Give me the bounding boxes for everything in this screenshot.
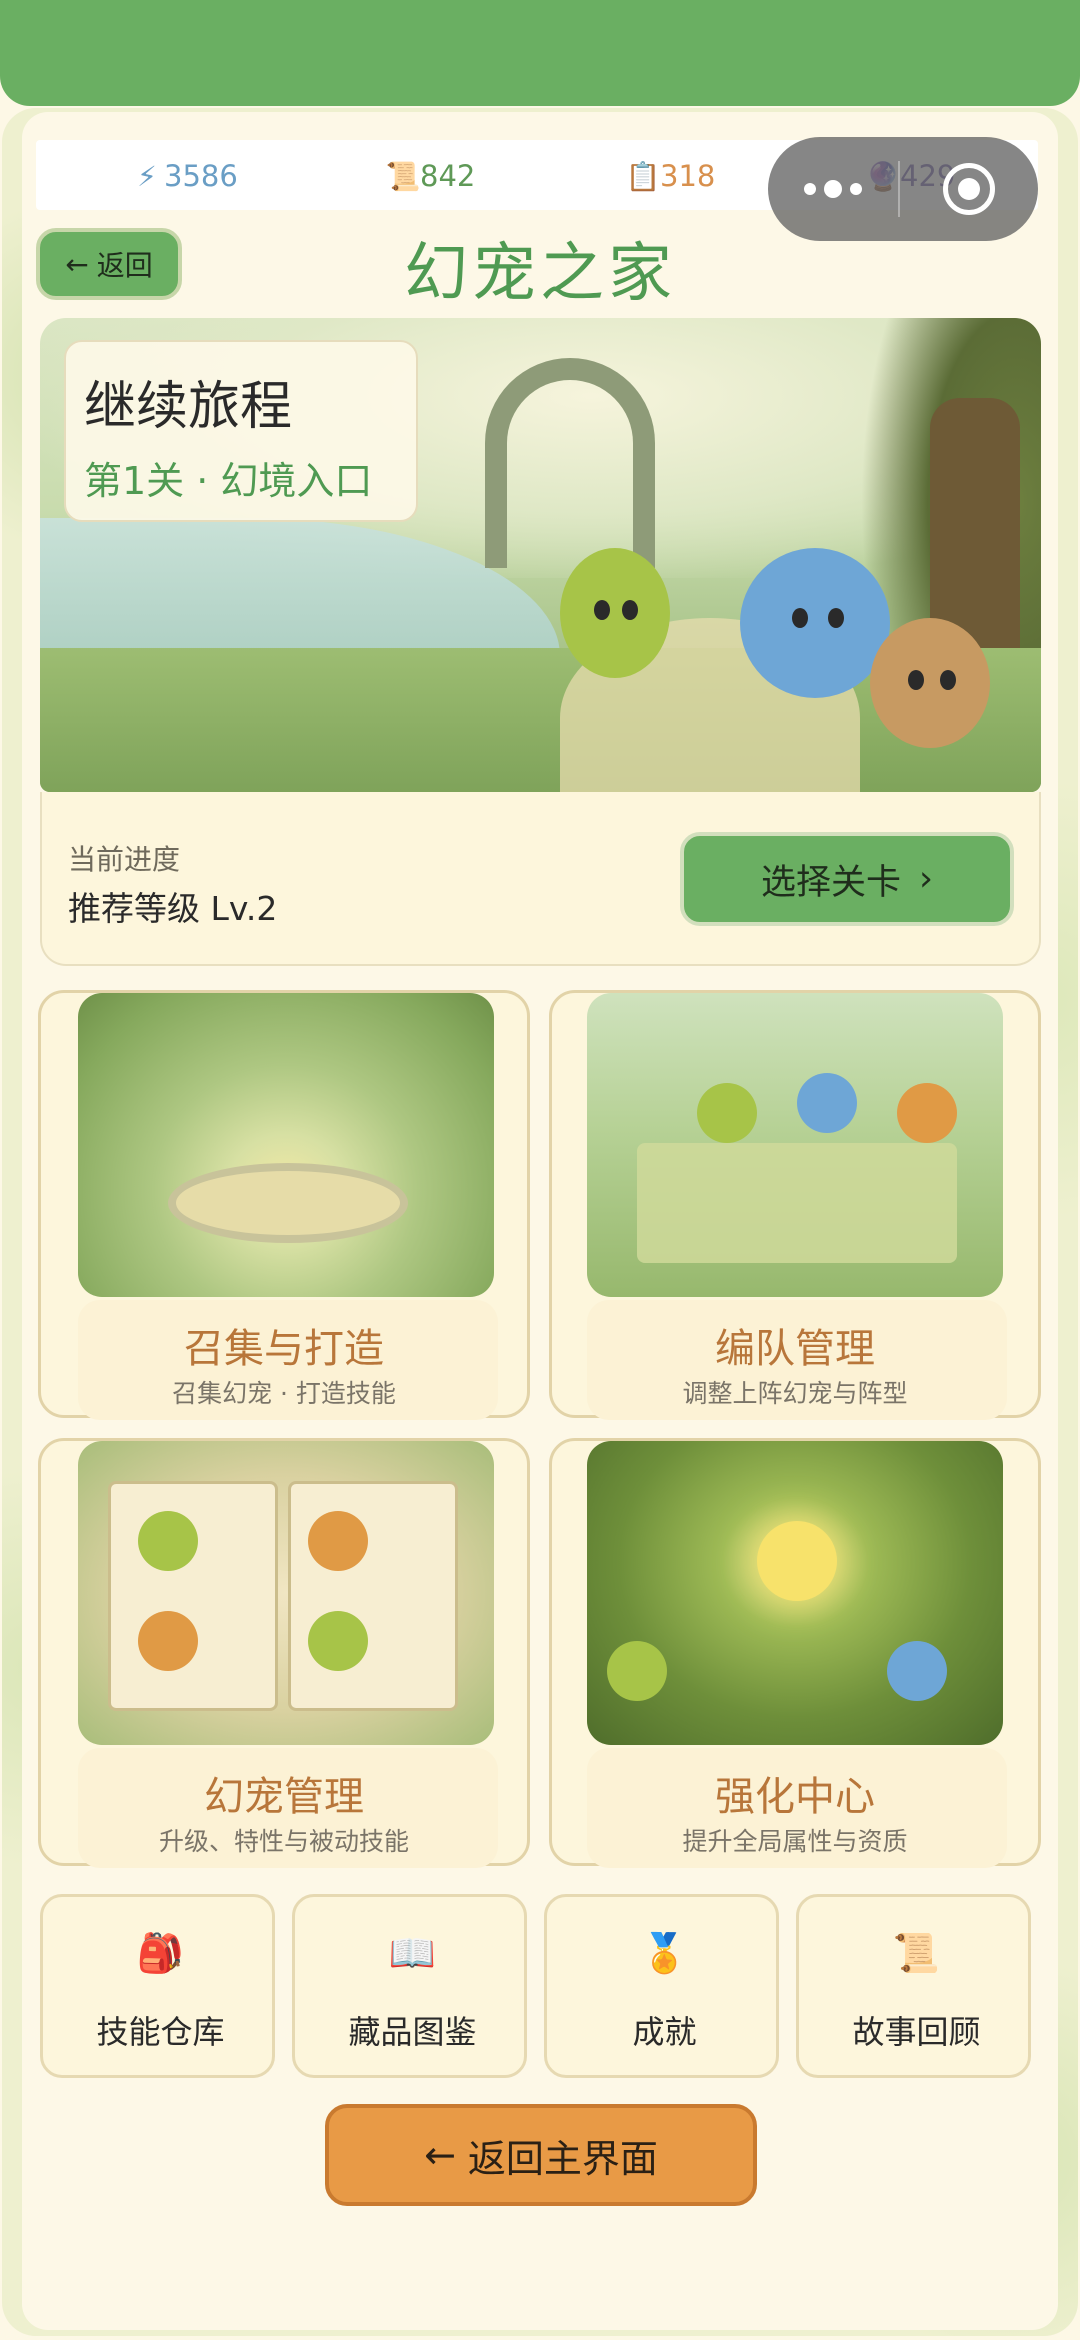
feature-title-team: 编队管理 [715, 1326, 875, 1372]
stage-name: 第1关 · 幻境入口 [84, 459, 373, 503]
return-main-button[interactable]: ← 返回主界面 [325, 2104, 757, 2206]
scroll-icon: 📜 [892, 1931, 941, 1975]
more-dot-icon [824, 180, 842, 198]
squirrel-pet-art [870, 618, 990, 748]
back-arrow-icon: ← [424, 2133, 456, 2177]
clipboard-icon: 📋 [625, 159, 661, 193]
more-dot-icon [804, 183, 816, 195]
feature-subtitle-pets: 升级、特性与被动技能 [158, 1827, 409, 1856]
page-title: 幻宠之家 [404, 237, 676, 311]
lightning-icon: ⚡ [137, 159, 157, 193]
close-miniprogram-button[interactable] [900, 163, 1038, 215]
progress-label: 当前进度 [68, 843, 181, 876]
more-dot-icon [850, 183, 862, 195]
shortcut-label: 技能仓库 [96, 2013, 225, 2051]
more-menu-button[interactable] [768, 180, 898, 198]
feature-title-pets: 幻宠管理 [204, 1774, 364, 1820]
resource-scroll: 📜 842 [385, 150, 476, 202]
shortcut-label: 藏品图鉴 [348, 2013, 477, 2051]
feature-title-enhance: 强化中心 [715, 1774, 875, 1820]
return-main-label: 返回主界面 [467, 2136, 658, 2181]
scroll-icon: 📜 [385, 159, 421, 193]
target-icon [943, 163, 995, 215]
chevron-right-icon: › [919, 859, 933, 899]
medal-icon: 🏅 [640, 1931, 689, 1975]
summon-art [78, 993, 494, 1297]
recommended-level: 推荐等级 Lv.2 [68, 889, 278, 928]
stone-arch-art [485, 358, 655, 568]
feature-subtitle-team: 调整上阵幻宠与阵型 [682, 1379, 908, 1408]
shortcut-achievements[interactable]: 🏅 成就 [544, 1894, 779, 2078]
shortcut-skill-storage[interactable]: 🎒 技能仓库 [40, 1894, 275, 2078]
select-stage-label: 选择关卡 [760, 862, 901, 903]
shortcut-label: 成就 [632, 2013, 697, 2051]
resource-clipboard: 📋 318 [625, 150, 716, 202]
resource-energy: ⚡ 3586 [132, 150, 238, 202]
blue-dragon-art [740, 548, 890, 698]
shortcut-story[interactable]: 📜 故事回顾 [796, 1894, 1031, 2078]
pet-book-art [78, 1441, 494, 1745]
book-icon: 📖 [388, 1931, 437, 1975]
feature-subtitle-summon: 召集幻宠 · 打造技能 [172, 1379, 396, 1408]
resource-clipboard-value: 318 [660, 159, 716, 193]
green-pet-art [560, 548, 670, 678]
feature-title-summon: 召集与打造 [184, 1326, 384, 1372]
select-stage-button[interactable]: 选择关卡 › [680, 832, 1014, 926]
resource-energy-value: 3586 [164, 159, 238, 193]
backpack-icon: 🎒 [136, 1931, 185, 1975]
continue-title: 继续旅程 [84, 377, 293, 437]
resource-scroll-value: 842 [420, 159, 476, 193]
enhance-tree-art [587, 1441, 1003, 1745]
team-art [587, 993, 1003, 1297]
shortcut-label: 故事回顾 [852, 2013, 981, 2051]
shortcut-collection[interactable]: 📖 藏品图鉴 [292, 1894, 527, 2078]
feature-subtitle-enhance: 提升全局属性与资质 [682, 1827, 908, 1856]
status-bar [0, 0, 1080, 106]
